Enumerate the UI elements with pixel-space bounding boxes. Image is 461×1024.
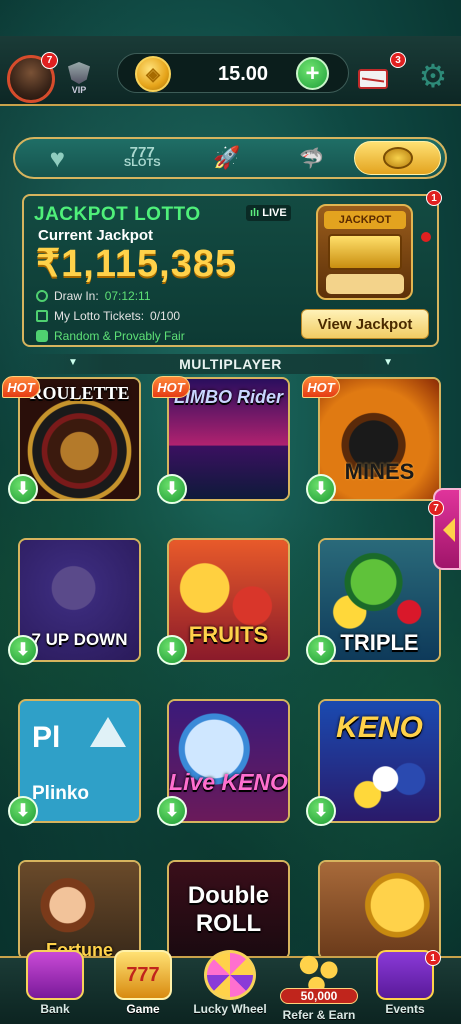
add-funds-button[interactable]: + bbox=[296, 57, 329, 90]
nav-label: Bank bbox=[40, 1002, 70, 1016]
game-tile-coin[interactable] bbox=[318, 860, 441, 960]
balance-amount: 15.00 bbox=[217, 63, 269, 85]
nav-bank[interactable]: Bank bbox=[24, 950, 86, 1024]
tickets-value: 0/100 bbox=[150, 309, 181, 323]
download-icon[interactable]: ⬇ bbox=[306, 474, 336, 504]
vip-label: VIP bbox=[71, 85, 87, 95]
lotto-icon bbox=[382, 147, 413, 169]
wheel-icon bbox=[204, 950, 256, 1000]
category-tabs: ♥ 777 SLOTS 🚀 🦈 bbox=[13, 137, 447, 179]
coin-icon: ◈ bbox=[135, 56, 171, 92]
mail-badge: 3 bbox=[390, 52, 406, 68]
chevron-left-icon bbox=[443, 518, 455, 542]
nav-label: Refer & Earn bbox=[282, 1008, 356, 1022]
game-title: Double ROLL bbox=[187, 882, 270, 937]
draw-time-row: Draw In: 07:12:11 bbox=[36, 289, 151, 303]
events-badge: 1 bbox=[425, 950, 441, 966]
chevron-down-icon: ▼ bbox=[68, 357, 78, 368]
balance-box: ◈ 15.00 + bbox=[117, 53, 349, 93]
game-tile-keno[interactable]: KENO bbox=[318, 699, 441, 823]
shark-icon: 🦈 bbox=[299, 147, 325, 170]
bank-icon bbox=[26, 950, 84, 1000]
download-icon[interactable]: ⬇ bbox=[306, 796, 336, 826]
ticket-icon bbox=[36, 310, 48, 322]
download-icon[interactable]: ⬇ bbox=[306, 635, 336, 665]
jackpot-machine-image: JACKPOT bbox=[316, 204, 413, 300]
tab-favorites[interactable]: ♥ bbox=[15, 139, 100, 177]
download-icon[interactable]: ⬇ bbox=[8, 474, 38, 504]
chevron-down-icon: ▼ bbox=[383, 357, 393, 368]
vip-badge[interactable]: VIP bbox=[64, 62, 94, 96]
download-icon[interactable]: ⬇ bbox=[8, 635, 38, 665]
game-title: MINES bbox=[344, 459, 415, 484]
download-icon[interactable]: ⬇ bbox=[157, 474, 187, 504]
bottom-nav: Bank 777 Game Lucky Wheel Refer & Earn 5… bbox=[0, 950, 461, 1024]
game-tile-double-roll[interactable]: Double ROLL bbox=[167, 860, 290, 960]
multiplayer-section-header: ▼ MULTIPLAYER ▼ bbox=[18, 354, 443, 374]
game-title: Plinko bbox=[32, 783, 90, 804]
live-badge: ılı LIVE bbox=[246, 205, 291, 221]
nav-game[interactable]: 777 Game bbox=[112, 950, 174, 1024]
vip-shield-icon bbox=[68, 62, 90, 84]
jackpot-title: JACKPOT LOTTO bbox=[34, 204, 201, 225]
triangle-pegs-icon bbox=[90, 717, 126, 747]
tab-fishing[interactable]: 🦈 bbox=[269, 139, 354, 177]
fair-row: Random & Provably Fair bbox=[36, 329, 185, 343]
top-header: 7 VIP ◈ 15.00 + 3 ⚙ bbox=[0, 36, 461, 106]
game-title: TRIPLE bbox=[340, 630, 419, 655]
jackpot-amount: ₹1,115,385 bbox=[36, 243, 238, 285]
jackpot-badge: 1 bbox=[426, 190, 442, 206]
side-badge: 7 bbox=[428, 500, 444, 516]
shield-check-icon bbox=[36, 330, 48, 342]
slots-777-icon: 777 bbox=[114, 950, 172, 1000]
hot-badge: HOT bbox=[2, 376, 40, 398]
section-title: MULTIPLAYER bbox=[179, 356, 282, 372]
rocket-icon: 🚀 bbox=[213, 145, 241, 170]
draw-time: 07:12:11 bbox=[104, 289, 151, 303]
tab-slots-label: SLOTS bbox=[123, 157, 161, 169]
nav-label: Lucky Wheel bbox=[193, 1002, 267, 1016]
game-tile-triple[interactable]: TRIPLE bbox=[318, 538, 441, 662]
game-title: Live KENO bbox=[169, 769, 288, 795]
tickets-label: My Lotto Tickets: bbox=[54, 309, 145, 323]
clock-icon bbox=[36, 290, 48, 302]
nav-label: Events bbox=[385, 1002, 425, 1016]
game-title: KENO bbox=[336, 711, 423, 744]
tab-slots[interactable]: 777 SLOTS bbox=[100, 139, 185, 177]
download-icon[interactable]: ⬇ bbox=[157, 796, 187, 826]
refer-amount-chip: 50,000 bbox=[280, 988, 358, 1004]
gear-icon[interactable]: ⚙ bbox=[417, 60, 449, 92]
game-short-title: Pl bbox=[32, 721, 61, 754]
hot-badge: HOT bbox=[302, 376, 340, 398]
game-tile-fortune[interactable]: Fortune bbox=[18, 860, 141, 960]
mailbox-icon[interactable] bbox=[358, 61, 392, 89]
machine-knob bbox=[421, 232, 431, 242]
download-icon[interactable]: ⬇ bbox=[8, 796, 38, 826]
game-tile-mines[interactable]: MINES bbox=[318, 377, 441, 501]
view-jackpot-button[interactable]: View Jackpot bbox=[301, 309, 429, 339]
download-icon[interactable]: ⬇ bbox=[157, 635, 187, 665]
avatar-badge: 7 bbox=[41, 52, 58, 69]
nav-label: Game bbox=[126, 1002, 160, 1016]
tickets-row: My Lotto Tickets: 0/100 bbox=[36, 309, 180, 323]
hot-badge: HOT bbox=[152, 376, 190, 398]
draw-label: Draw In: bbox=[54, 289, 99, 303]
tab-crash[interactable]: 🚀 bbox=[185, 139, 270, 177]
tab-lotto[interactable] bbox=[354, 141, 441, 175]
jackpot-lotto-card[interactable]: JACKPOT LOTTO ılı LIVE Current Jackpot ₹… bbox=[22, 190, 442, 347]
heart-icon: ♥ bbox=[49, 142, 66, 173]
fair-label: Random & Provably Fair bbox=[54, 329, 185, 343]
game-title: FRUITS bbox=[188, 622, 269, 647]
nav-lucky-wheel[interactable]: Lucky Wheel bbox=[192, 950, 268, 1024]
nav-events[interactable]: Events bbox=[372, 950, 438, 1024]
